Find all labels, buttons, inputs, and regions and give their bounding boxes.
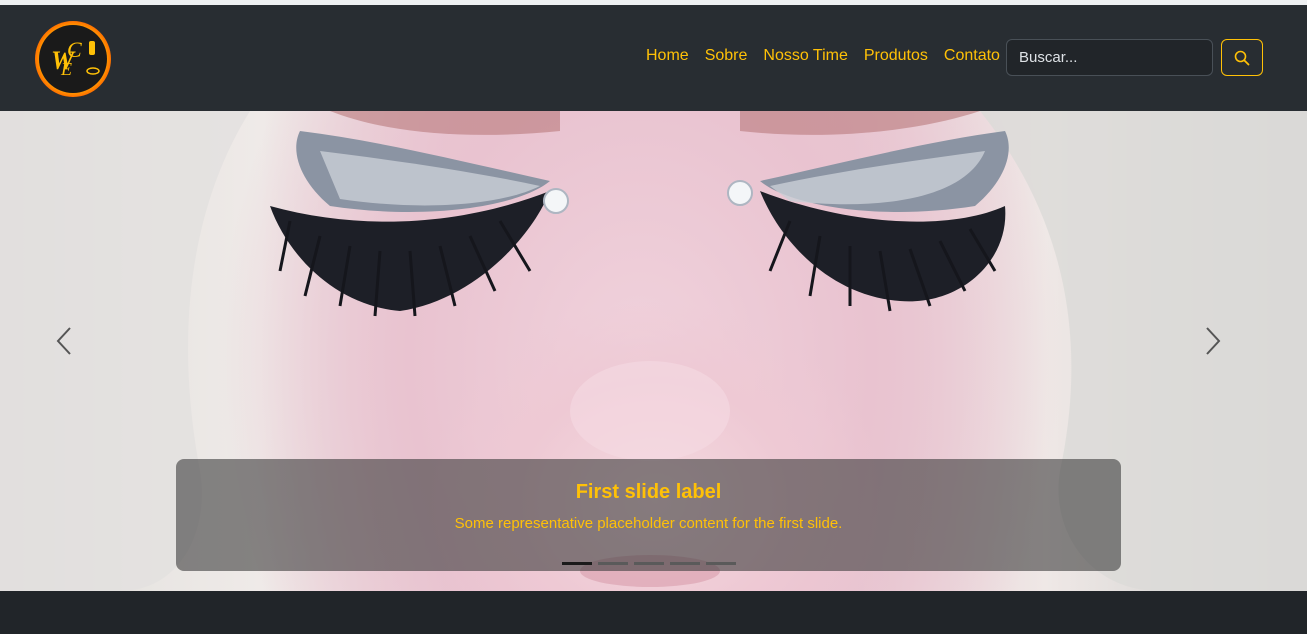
nav-links: Home Sobre Nosso Time Produtos Contato [646,47,1000,65]
brand-logo[interactable]: W C E [33,19,113,99]
search-icon [1234,50,1250,65]
nav-home[interactable]: Home [646,47,689,65]
carousel-indicators [562,562,736,565]
nav-contato[interactable]: Contato [944,47,1000,65]
slide-title: First slide label [575,481,722,503]
carousel-indicator-1[interactable] [562,562,592,565]
chevron-left-icon [56,327,71,355]
nav-nosso-time[interactable]: Nosso Time [763,47,847,65]
chevron-right-icon [1206,327,1221,355]
search-button[interactable] [1221,39,1263,76]
carousel-indicator-4[interactable] [670,562,700,565]
navbar: W C E Home Sobre Nosso Time Produtos Con… [0,5,1307,111]
slide-caption: First slide label Some representative pl… [176,459,1121,571]
nav-sobre[interactable]: Sobre [705,47,748,65]
carousel-indicator-5[interactable] [706,562,736,565]
carousel-next-button[interactable] [1202,326,1242,376]
slide-text: Some representative placeholder content … [454,515,843,532]
nav-produtos[interactable]: Produtos [864,47,928,65]
dark-section [0,591,1307,634]
search-input[interactable] [1006,39,1213,76]
carousel-prev-button[interactable] [55,326,95,376]
carousel-indicator-3[interactable] [634,562,664,565]
svg-text:E: E [60,59,72,79]
hero-carousel: First slide label Some representative pl… [0,111,1307,591]
carousel-indicator-2[interactable] [598,562,628,565]
